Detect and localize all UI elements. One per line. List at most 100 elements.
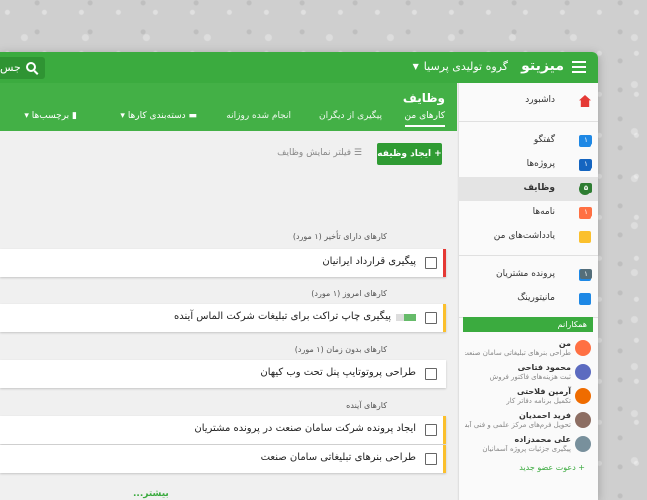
brand-logo[interactable]: میزیتو [521,58,564,74]
colleague-name: آرمین فلاحتی [517,387,571,396]
task-progress-bar [396,314,416,321]
sidebar: داشبورد گفتگو ۱ پروژه‌ها ۱ وظایف ۵ نامه‌… [458,83,598,500]
task-title: طراحی بنرهای تبلیغاتی سامان صنعت [260,452,416,463]
app-window: میزیتو گروه تولیدی پرسیا ▼ جس داشبورد گف… [0,52,598,500]
task-item[interactable]: پیگیری قرارداد ایرانیان [0,249,446,277]
top-bar: میزیتو گروه تولیدی پرسیا ▼ جس [0,52,598,83]
search-icon[interactable] [26,62,36,72]
category-filter[interactable]: ▬ دسته‌بندی کارها ▾ [120,111,197,121]
group-label-today: کارهای امروز (۱ مورد) [311,289,387,298]
task-checkbox[interactable] [425,368,437,380]
task-progress-fill [404,314,416,321]
hamburger-menu-icon[interactable] [572,61,586,73]
colleague-item[interactable]: آرمین فلاحتی تکمیل برنامه دفاتر کار [463,385,593,407]
tags-filter[interactable]: ▮ برچسب‌ها ▾ [24,111,77,121]
avatar [575,436,591,452]
page-title: وظایف [402,91,445,105]
sidebar-item-dashboard[interactable]: داشبورد [458,89,598,113]
group-label-overdue: کارهای دارای تأخیر (۱ مورد) [292,232,387,241]
load-more-link[interactable]: ...بیشتر [133,489,169,499]
sidebar-item-monitoring[interactable]: مانیتورینگ [458,287,598,311]
colleague-item[interactable]: محمود فتاحی ثبت هزینه‌های فاکتور فروش [463,361,593,383]
search-box[interactable]: جس [0,57,45,79]
sidebar-item-projects[interactable]: پروژه‌ها ۱ [458,153,598,177]
main-content: وظایف کارهای من پیگیری از دیگران انجام ش… [0,83,457,500]
task-item[interactable]: طراحی بنرهای تبلیغاتی سامان صنعت [0,445,446,473]
chevron-down-icon: ▾ [24,111,29,121]
task-checkbox[interactable] [425,257,437,269]
tasks-header: وظایف کارهای من پیگیری از دیگران انجام ش… [0,83,457,131]
sidebar-item-letters[interactable]: نامه‌ها ۱ [458,201,598,225]
task-checkbox[interactable] [425,424,437,436]
tab-my-tasks[interactable]: کارهای من [404,111,445,127]
count-badge: ۱ [580,135,592,145]
colleagues-header: همکارانم [463,317,593,332]
bookmark-icon: ▮ [69,111,77,121]
sidebar-item-label: پرونده مشتریان [495,269,555,279]
divider [458,121,598,122]
count-badge: ۱ [580,269,592,279]
priority-stripe [443,416,446,444]
count-badge: ۱ [580,159,592,169]
sidebar-item-label: وظایف [523,183,555,193]
colleague-name: فرید احمدیان [519,411,571,420]
priority-stripe [443,249,446,277]
tags-filter-label: برچسب‌ها [31,111,70,121]
category-icon: ▬ [185,111,197,121]
tab-daily-done[interactable]: انجام شده روزانه [226,111,291,121]
colleague-status: پیگیری جزئیات پروژه آسمانیان [482,445,571,453]
group-label-future: کارهای آینده [346,401,387,410]
create-task-button[interactable]: + ایجاد وظیفه [377,143,442,165]
task-item[interactable]: ایجاد پرونده شرکت سامان صنعت در پرونده م… [0,416,446,444]
sidebar-item-label: گفتگو [533,135,555,145]
sidebar-item-customers[interactable]: پرونده مشتریان ۱ [458,263,598,287]
sidebar-item-tasks[interactable]: وظایف ۵ [458,177,598,201]
task-title: پیگیری چاپ تراکت برای تبلیغات شرکت الماس… [174,311,391,322]
avatar [575,388,591,404]
sidebar-item-label: پروژه‌ها [526,159,555,169]
sidebar-item-label: نامه‌ها [532,207,555,217]
colleague-status: تکمیل برنامه دفاتر کار [506,397,571,405]
sidebar-item-chat[interactable]: گفتگو ۱ [458,129,598,153]
colleague-item[interactable]: فرید احمدیان تحویل فرم‌های مرکز علمی و ف… [463,409,593,431]
task-title: ایجاد پرونده شرکت سامان صنعت در پرونده م… [194,423,416,434]
task-title: طراحی پروتوتایپ پنل تحت وب کیهان [260,367,416,378]
search-label: جس [0,61,21,74]
avatar [575,412,591,428]
task-checkbox[interactable] [425,453,437,465]
tab-followups[interactable]: پیگیری از دیگران [319,111,382,121]
organization-selector[interactable]: گروه تولیدی پرسیا ▼ [413,60,508,73]
task-title: پیگیری قرارداد ایرانیان [322,256,416,267]
colleague-name: علی محمدزاده [514,435,572,444]
task-checkbox[interactable] [425,312,437,324]
invite-member-link[interactable]: + دعوت عضو جدید [519,463,585,472]
chevron-down-icon: ▾ [120,111,125,121]
colleague-item[interactable]: علی محمدزاده پیگیری جزئیات پروژه آسمانیا… [463,433,593,455]
sidebar-item-label: یادداشت‌های من [493,231,555,241]
filter-label: فیلتر نمایش وظایف [277,148,352,158]
task-view-filter[interactable]: ☰ فیلتر نمایش وظایف [277,148,362,158]
colleague-status: ثبت هزینه‌های فاکتور فروش [489,373,571,381]
task-item[interactable]: طراحی پروتوتایپ پنل تحت وب کیهان [0,360,446,388]
chevron-down-icon: ▼ [412,62,419,71]
count-badge: ۵ [580,183,592,193]
group-label-no-time: کارهای بدون زمان (۱ مورد) [294,345,387,354]
colleague-status: تحویل فرم‌های مرکز علمی و فنی آبشی... [465,421,571,429]
colleague-name: محمود فتاحی [517,363,571,372]
sidebar-item-label: داشبورد [525,95,555,105]
organization-name: گروه تولیدی پرسیا [423,60,508,73]
filter-icon: ☰ [351,148,362,158]
sidebar-item-label: مانیتورینگ [517,293,555,303]
priority-stripe [443,304,446,332]
sidebar-item-notes[interactable]: یادداشت‌های من [458,225,598,249]
task-item[interactable]: پیگیری چاپ تراکت برای تبلیغات شرکت الماس… [0,304,446,332]
bar-chart-icon [579,293,591,305]
count-badge: ۱ [580,207,592,217]
colleague-status: طراحی بنرهای تبلیغاتی سامان صنعت... [465,349,571,357]
colleague-name: من [558,339,571,348]
divider [458,255,598,256]
home-icon [579,95,591,107]
avatar [575,364,591,380]
colleague-item[interactable]: من طراحی بنرهای تبلیغاتی سامان صنعت... [463,337,593,359]
priority-stripe [443,445,446,473]
